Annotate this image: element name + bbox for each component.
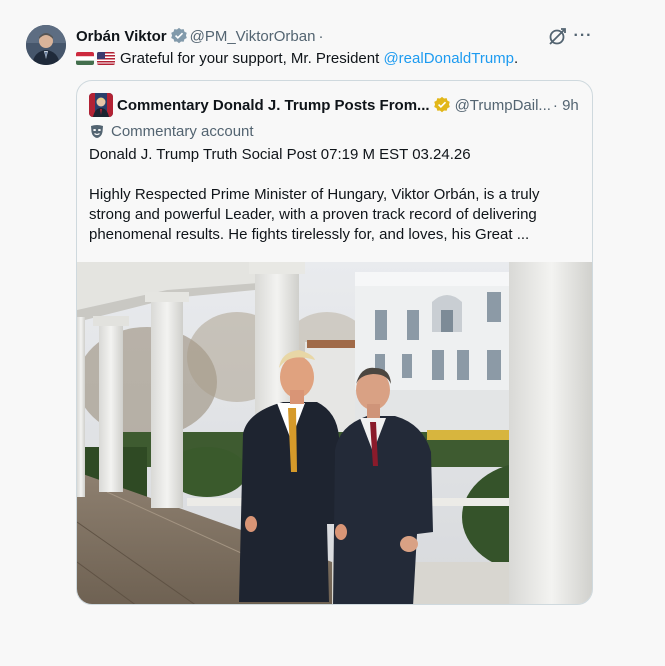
quoted-timestamp[interactable]: · 9h [553,97,579,114]
mention-link[interactable]: @realDonaldTrump [383,50,514,67]
tweet-header: Orbán Viktor @PM_ViktorOrban · [76,24,323,48]
author-avatar[interactable] [26,25,66,65]
author-name[interactable]: Orbán Viktor [76,28,167,45]
theater-mask-icon [91,125,103,138]
tweet-text: Grateful for your support, Mr. President… [76,48,518,68]
grok-icon[interactable] [546,26,568,48]
quoted-tweet-text: Donald J. Trump Truth Social Post 07:19 … [89,145,581,245]
quoted-text-line1: Donald J. Trump Truth Social Post 07:19 … [89,146,471,163]
verified-gray-badge-icon [170,27,187,44]
commentary-account-label: Commentary account [89,121,254,141]
quoted-author-avatar[interactable] [89,93,113,117]
hungary-flag-icon [76,51,94,65]
tweet-text-prefix: Grateful for your support, Mr. President [120,49,384,67]
tweet-page: Orbán Viktor @PM_ViktorOrban · ··· Grate… [0,0,665,666]
quoted-media-photo[interactable] [77,262,592,604]
header-separator: · [318,27,324,45]
quoted-author-handle[interactable]: @TrumpDail... [455,97,551,114]
quoted-tweet-header: Commentary Donald J. Trump Posts From...… [89,93,579,117]
quoted-tweet-card[interactable]: Commentary Donald J. Trump Posts From...… [76,80,593,605]
commentary-account-text: Commentary account [111,122,254,140]
more-options-button[interactable]: ··· [572,26,594,48]
usa-flag-icon [97,51,115,65]
author-handle[interactable]: @PM_ViktorOrban [190,28,316,45]
quoted-author-name[interactable]: Commentary Donald J. Trump Posts From... [117,97,430,114]
tweet-text-suffix: . [514,49,519,67]
verified-gold-badge-icon [433,96,450,113]
white-house-colonnade-photo [77,262,592,604]
quoted-text-line2: Highly Respected Prime Minister of Hunga… [89,186,540,243]
